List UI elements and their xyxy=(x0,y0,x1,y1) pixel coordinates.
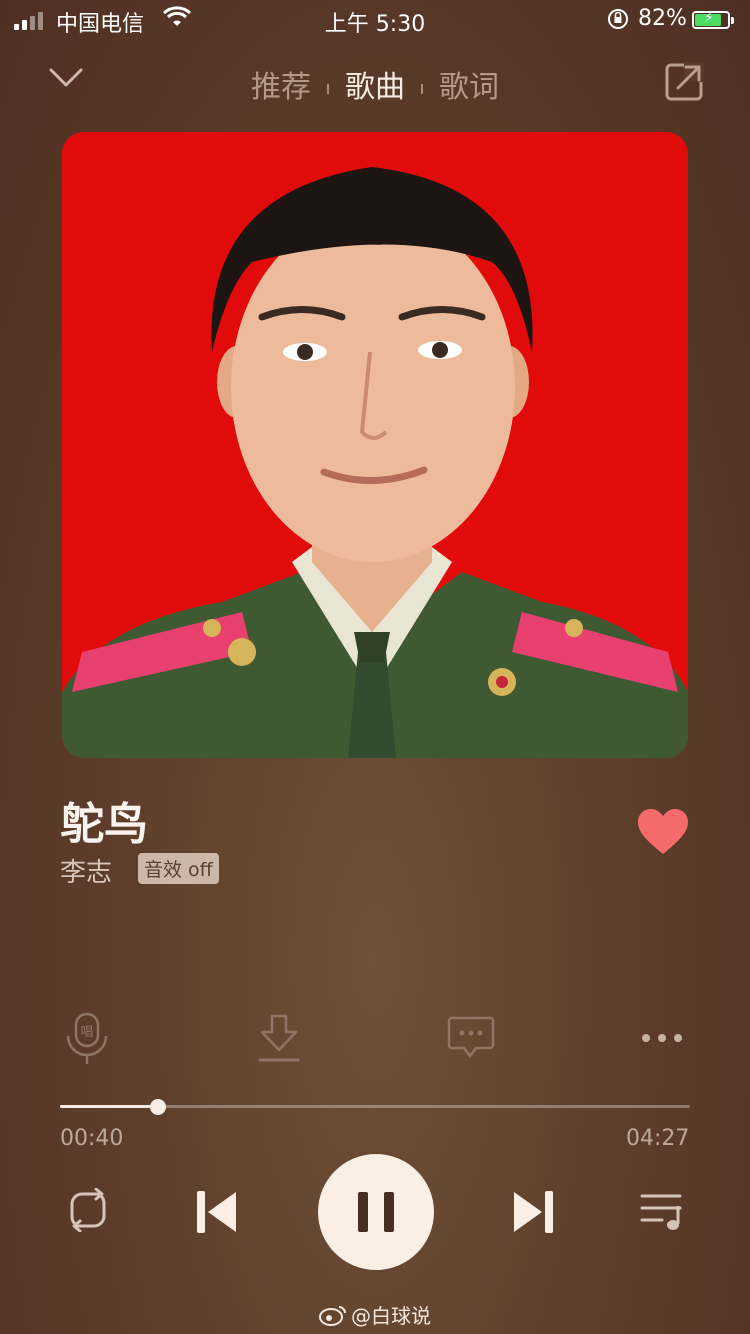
artist-name[interactable]: 李志 xyxy=(60,852,112,889)
playback-controls xyxy=(0,1154,750,1270)
watermark: @白球说 xyxy=(0,1300,750,1331)
heart-icon[interactable] xyxy=(636,808,690,860)
orientation-lock-icon xyxy=(606,7,630,37)
previous-track-icon[interactable] xyxy=(196,1190,238,1238)
sound-effect-badge[interactable]: 音效 off xyxy=(138,853,219,884)
total-time: 04:27 xyxy=(626,1126,690,1151)
progress-slider[interactable] xyxy=(60,1099,690,1115)
progress-played xyxy=(60,1105,158,1108)
current-time: 00:40 xyxy=(60,1126,124,1151)
status-bar: 中国电信 上午 5:30 82% ⚡ xyxy=(0,0,750,44)
tab-lyrics[interactable]: 歌词 xyxy=(423,70,515,105)
battery-icon: ⚡ xyxy=(692,10,734,29)
song-title: 鸵鸟 xyxy=(60,799,148,850)
battery-percent: 82% xyxy=(638,6,687,31)
portrait-image xyxy=(62,132,688,758)
download-icon[interactable] xyxy=(256,1012,302,1070)
watermark-text: @白球说 xyxy=(351,1304,431,1328)
tab-recommend[interactable]: 推荐 xyxy=(235,70,327,105)
sing-icon-text: 唱 xyxy=(80,1025,93,1040)
action-row: 唱 xyxy=(0,1012,750,1072)
weibo-icon xyxy=(319,1304,347,1331)
sing-mic-icon[interactable]: 唱 xyxy=(62,1012,112,1070)
top-navigation: 推荐 歌曲 歌词 xyxy=(0,56,750,108)
next-track-icon[interactable] xyxy=(512,1190,554,1238)
progress-knob[interactable] xyxy=(149,1099,166,1115)
playlist-icon[interactable] xyxy=(640,1192,688,1236)
pause-button[interactable] xyxy=(318,1154,434,1270)
comment-icon[interactable] xyxy=(446,1012,496,1066)
pause-icon xyxy=(384,1192,394,1232)
pause-icon xyxy=(358,1192,368,1232)
share-icon[interactable] xyxy=(664,62,704,106)
more-options-icon[interactable] xyxy=(640,1030,684,1050)
view-tabs: 推荐 歌曲 歌词 xyxy=(0,62,750,106)
album-cover xyxy=(62,132,688,758)
repeat-icon[interactable] xyxy=(62,1187,114,1236)
tab-song[interactable]: 歌曲 xyxy=(329,70,421,105)
